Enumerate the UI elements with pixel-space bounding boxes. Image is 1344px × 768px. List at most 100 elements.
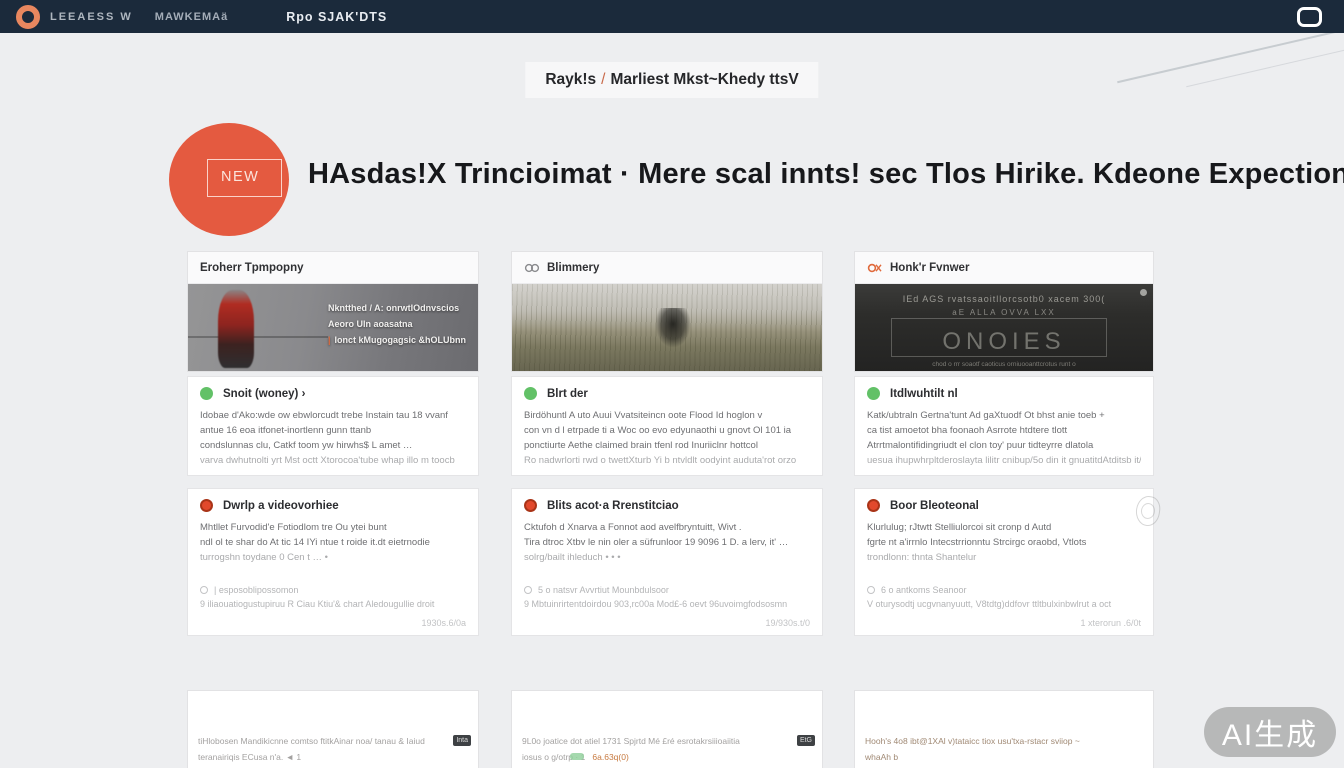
body-line: trondlonn: thnta Shantelur	[867, 550, 1141, 565]
nav-item-primary[interactable]: Rpo SJAK'DTS	[286, 10, 387, 24]
overlay-line: IEd AGS rvatssaoitllorcsotb0 xacem 300(	[855, 294, 1153, 304]
bottom-card-text: 9L0o joatice dot atiel 1731 Spjrtd Mé £r…	[522, 733, 788, 765]
timestamp: 1930s.6/0a	[421, 618, 466, 628]
page-title: HAsdas!X Trincioimat · Mere scal innts! …	[308, 158, 1344, 191]
overlay-line: chod o rrr soaotf caoticus orniuooanttcr…	[855, 361, 1153, 368]
section-title[interactable]: Dwrlp a videovorhiee	[223, 500, 339, 512]
infinity-icon	[524, 263, 540, 273]
section-footer: 5 o natsvr Avvrtiut Mounbdulsoor 9 Mbtui…	[524, 583, 810, 611]
card-1-header[interactable]: Eroherr Tpmpopny	[188, 252, 478, 284]
body-line: Mhtllet Furvodid'e Fotiodlom tre Ou ytei…	[200, 520, 466, 535]
overlay-line: aE ALLA OVVA LXX	[855, 308, 1153, 317]
nav-item-secondary[interactable]: MAWKEMAä	[155, 11, 228, 23]
footer-line: | esposoblipossomon	[214, 583, 298, 597]
new-badge-circle: NEW	[169, 123, 289, 236]
rounded-square-icon[interactable]	[1297, 7, 1322, 27]
body-line: Hooh's 4o8 ibt@1XAl v)tataicc tiox usu't…	[865, 733, 1119, 749]
accent-value: 6a.63q(0)	[592, 752, 628, 762]
body-line: ca tist amoetot bha foonaoh Asrrote htdt…	[867, 423, 1141, 438]
body-line: fgrte nt a'irrnlo Intecstrrionntu Strcir…	[867, 535, 1141, 550]
bottom-card-2[interactable]: 9L0o joatice dot atiel 1731 Spjrtd Mé £r…	[511, 690, 823, 768]
body-line: Cktufoh d Xnarva a Fonnot aod avelfbrynt…	[524, 520, 810, 535]
body-line: solrg/bailt ihleduch • • •	[524, 550, 810, 565]
section-title[interactable]: Blrt der	[547, 388, 588, 400]
image-overlay-text: Nkntthed / A: onrwtIOdnvscios Aeoro Uln …	[328, 300, 466, 348]
bottom-card-3[interactable]: Hooh's 4o8 ibt@1XAl v)tataicc tiox usu't…	[854, 690, 1154, 768]
timestamp: 1 xterorun .6/0t	[1080, 618, 1141, 628]
status-dot-green-icon	[867, 387, 880, 400]
card-3-image: IEd AGS rvatssaoitllorcsotb0 xacem 300( …	[855, 284, 1153, 371]
card-column-2: Blimmery Blrt der Birdöhuntl A uto Auui …	[511, 251, 823, 636]
new-badge: NEW	[207, 159, 282, 197]
card-2-section-closed[interactable]: Blits acot·a Rrenstitciao Cktufoh d Xnar…	[511, 488, 823, 636]
section-title[interactable]: Blits acot·a Rrenstitciao	[547, 500, 679, 512]
rings-icon	[867, 263, 883, 273]
body-line: Katk/ubtraln Gertna'tunt Ad gaXtuodf Ot …	[867, 408, 1141, 423]
card-3-header[interactable]: Honk'r Fvnwer	[855, 252, 1153, 284]
decor-diagonal-line	[1186, 46, 1344, 87]
footer-line: 6 o antkoms Seanoor	[881, 583, 967, 597]
card-2-section-open[interactable]: Blrt der Birdöhuntl A uto Auui Vvatsitei…	[511, 376, 823, 476]
overlay-line: Nkntthed / A: onrwtIOdnvscios	[328, 300, 466, 316]
bottom-card-text: tiHlobosen Mandikicnne comtso ftitkAinar…	[198, 733, 444, 765]
footer-line: V oturysodtj ucgvnanyuutt, V8tdtg)ddfovr…	[867, 597, 1111, 611]
footer-line: 9 iliaouatiogustupiruu R Ciau Ktiu'& cha…	[200, 597, 434, 611]
nav-brand-label[interactable]: LEEAESS W	[50, 11, 133, 23]
card-3[interactable]: Honk'r Fvnwer IEd AGS rvatssaoitllorcsot…	[854, 251, 1154, 372]
body-line: varva dwhutnolti yrt Mst octt Xtorocoa't…	[200, 453, 466, 468]
status-dot-green-icon	[524, 387, 537, 400]
overlay-headline: ONOIES	[855, 328, 1153, 356]
body-line: tiHlobosen Mandikicnne comtso ftitkAinar…	[198, 733, 444, 749]
body-line: Idobae d'Ako:wde ow ebwlorcudt trebe Ins…	[200, 408, 466, 423]
refresh-icon	[200, 586, 208, 594]
card-column-3: Honk'r Fvnwer IEd AGS rvatssaoitllorcsot…	[854, 251, 1154, 636]
section-title[interactable]: Boor Bleoteonal	[890, 500, 979, 512]
overlay-line: Aeoro Uln aoasatna	[328, 316, 466, 332]
body-line: ndl ol te shar do At tic 14 IYi ntue t r…	[200, 535, 466, 550]
image-rail-shape	[188, 336, 328, 338]
body-line: ponctiurte Aethe claimed brain tfenl rod…	[524, 438, 810, 453]
card-3-section-open[interactable]: Itdlwuhtilt nl Katk/ubtraln Gertna'tunt …	[854, 376, 1154, 476]
footer-line: 9 Mbtuinrirtentdoirdou 903,rc00a Mod£-6 …	[524, 597, 787, 611]
refresh-icon	[524, 586, 532, 594]
card-2-image	[512, 284, 822, 371]
breadcrumb-root[interactable]: Rayk!s	[545, 71, 596, 88]
red-figure-shape	[218, 290, 254, 368]
card-1-section-open[interactable]: Snoit (woney) › Idobae d'Ako:wde ow ebwl…	[187, 376, 479, 476]
breadcrumb: Rayk!s/Marliest Mkst~Khedy ttsV	[525, 62, 818, 98]
body-line: 9L0o joatice dot atiel 1731 Spjrtd Mé £r…	[522, 733, 788, 749]
card-1-section-closed[interactable]: Dwrlp a videovorhiee Mhtllet Furvodid'e …	[187, 488, 479, 636]
card-2-header[interactable]: Blimmery	[512, 252, 822, 284]
section-title[interactable]: Snoit (woney) ›	[223, 388, 305, 400]
body-line: whaAh b	[865, 749, 1119, 765]
body-line: Birdöhuntl A uto Auui Vvatsiteincn oote …	[524, 408, 810, 423]
body-line: teranairiqis ECusa n'a. ◄ 1	[198, 749, 444, 765]
mini-badge: EtG	[797, 735, 815, 746]
body-line: antue 16 eoa itfonet-inortlenn gunn ttan…	[200, 423, 466, 438]
card-3-title: Honk'r Fvnwer	[890, 262, 969, 274]
section-footer: | esposoblipossomon 9 iliaouatiogustupir…	[200, 583, 466, 611]
section-body: Birdöhuntl A uto Auui Vvatsiteincn oote …	[524, 408, 810, 468]
bottom-card-1[interactable]: tiHlobosen Mandikicnne comtso ftitkAinar…	[187, 690, 479, 768]
card-1[interactable]: Eroherr Tpmpopny Nkntthed / A: onrwtIOdn…	[187, 251, 479, 372]
breadcrumb-current: Marliest Mkst~Khedy ttsV	[610, 71, 798, 88]
body-line: iosus o g/otrp · 1 6a.63q(0)	[522, 749, 788, 765]
top-navbar: LEEAESS W MAWKEMAä Rpo SJAK'DTS	[0, 0, 1344, 33]
section-title[interactable]: Itdlwuhtilt nl	[890, 388, 958, 400]
body-line: Tira dtroc Xtbv le nin oler a süfrunloor…	[524, 535, 810, 550]
section-body: Idobae d'Ako:wde ow ebwlorcudt trebe Ins…	[200, 408, 466, 468]
card-3-section-closed[interactable]: Boor Bleoteonal Klurlulug; rJtwtt Stelli…	[854, 488, 1154, 636]
dark-figure-shape	[655, 308, 691, 348]
body-line: turrogshn toydane 0 Cen t … •	[200, 550, 466, 565]
card-2[interactable]: Blimmery	[511, 251, 823, 372]
overlay-line: |Ionct kMugogagsic &hOLUbnn	[328, 332, 466, 348]
body-line: Ro nadwrlorti rwd o twettXturb Yi b ntvl…	[524, 453, 810, 468]
body-line: con vn d l etrpade ti a Woc oo evo edyun…	[524, 423, 810, 438]
section-body: Klurlulug; rJtwtt Stelliulorcoi sit cron…	[867, 520, 1141, 565]
status-dot-red-icon	[200, 499, 213, 512]
section-body: Katk/ubtraln Gertna'tunt Ad gaXtuodf Ot …	[867, 408, 1141, 468]
card-1-image: Nkntthed / A: onrwtIOdnvscios Aeoro Uln …	[188, 284, 478, 371]
body-line: uesua ihupwhrpltderoslayta lilitr cnibup…	[867, 453, 1141, 468]
brand-ring-logo-icon[interactable]	[16, 5, 40, 29]
status-dot-green-icon	[200, 387, 213, 400]
